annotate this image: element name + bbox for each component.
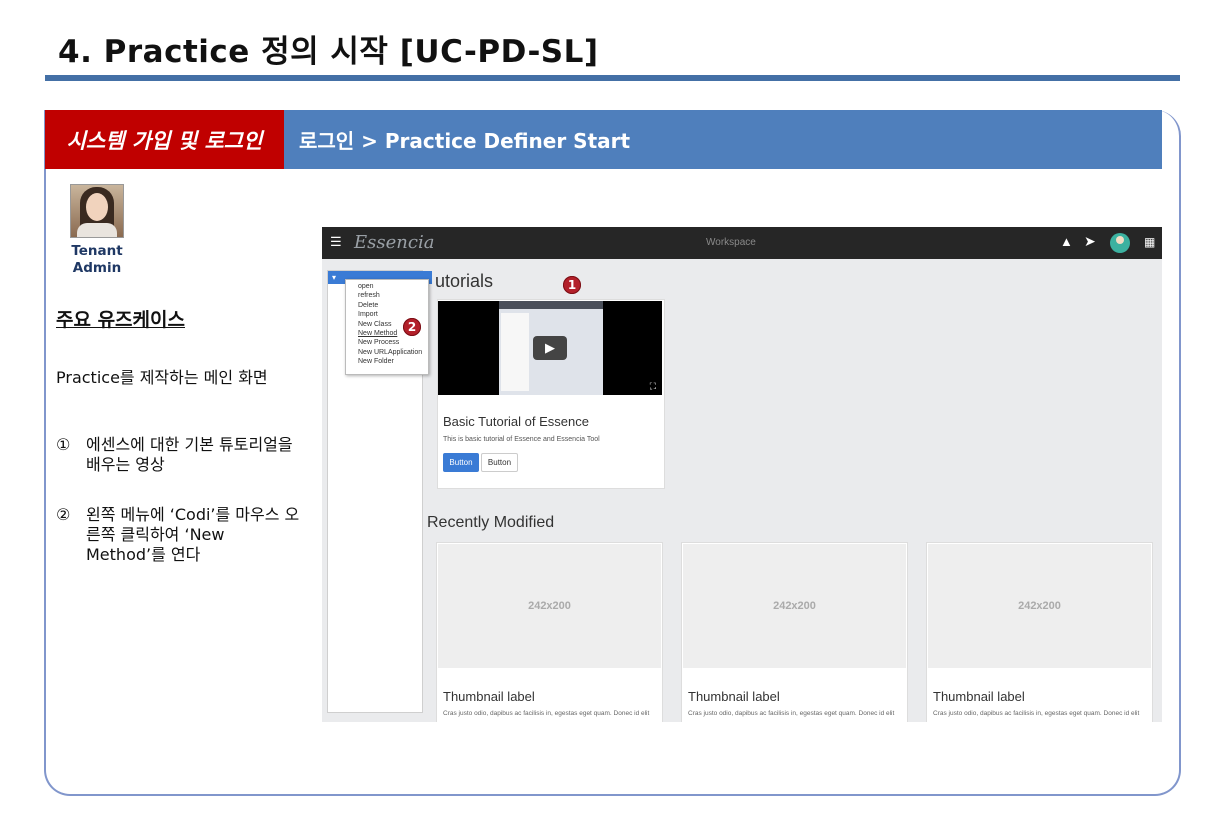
primary-button[interactable]: Button <box>443 453 479 472</box>
user-avatar[interactable] <box>1110 233 1130 253</box>
thumbnail-label: Thumbnail label <box>933 689 1025 704</box>
role-label: Tenant Admin <box>71 243 123 276</box>
usecase-heading: 주요 유즈케이스 <box>56 309 185 331</box>
app-brand[interactable]: Essencia <box>354 232 434 253</box>
hamburger-icon[interactable]: ☰ <box>330 234 342 250</box>
thumbnail-text: Cras justo odio, dapibus ac facilisis in… <box>933 710 1140 717</box>
thumbnail-placeholder: 242x200 <box>683 544 906 668</box>
menu-item-import[interactable]: Import <box>358 310 428 319</box>
menu-item-open[interactable]: open <box>358 282 428 291</box>
slide-title: 4. Practice 정의 시작 [UC-PD-SL] <box>58 34 599 70</box>
thumbnail-card[interactable]: 242x200 Thumbnail label Cras justo odio,… <box>926 542 1153 722</box>
thumbnail-card[interactable]: 242x200 Thumbnail label Cras justo odio,… <box>436 542 663 722</box>
recently-modified-title: Recently Modified <box>427 514 555 531</box>
thumbnail-label: Thumbnail label <box>443 689 535 704</box>
fullscreen-icon[interactable]: ⛶ <box>650 381 656 392</box>
menu-item-new-folder[interactable]: New Folder <box>358 357 428 366</box>
tutorials-title: utorials <box>435 271 494 291</box>
thumbnail-placeholder: 242x200 <box>438 544 661 668</box>
thumbnail-placeholder: 242x200 <box>928 544 1151 668</box>
thumbnail-label: Thumbnail label <box>688 689 780 704</box>
thumbnail-text: Cras justo odio, dapibus ac facilisis in… <box>443 710 650 717</box>
tenant-admin-photo <box>70 184 124 238</box>
callout-badge-1: 1 <box>563 276 581 294</box>
usecase-step-2: ② 왼쪽 메뉴에 ‘Codi’를 마우스 오른쪽 클릭하여 ‘New Metho… <box>56 505 301 565</box>
bell-icon[interactable]: ▲ <box>1060 234 1073 249</box>
workspace-title: Workspace <box>706 237 756 248</box>
app-screenshot: ☰ Essencia Workspace ▲ ➤ ▦ ▾ open refres… <box>322 227 1162 722</box>
banner-category: 시스템 가입 및 로그인 <box>45 110 284 169</box>
tutorial-card-title: Basic Tutorial of Essence <box>443 414 589 429</box>
step-number: ① <box>56 435 71 454</box>
play-icon[interactable]: ▶ <box>533 336 567 360</box>
menu-item-delete[interactable]: Delete <box>358 301 428 310</box>
app-topbar: ☰ Essencia Workspace ▲ ➤ ▦ <box>322 227 1162 259</box>
tutorial-card-subtitle: This is basic tutorial of Essence and Es… <box>443 436 600 443</box>
callout-badge-2: 2 <box>403 318 421 336</box>
menu-item-new-urlapplication[interactable]: New URLApplication <box>358 348 428 357</box>
send-icon[interactable]: ➤ <box>1084 233 1096 250</box>
thumbnail-text: Cras justo odio, dapibus ac facilisis in… <box>688 710 895 717</box>
usecase-description: Practice를 제작하는 메인 화면 <box>56 368 268 387</box>
title-divider <box>45 75 1180 81</box>
usecase-step-1: ① 에센스에 대한 기본 튜토리얼을 배우는 영상 <box>56 435 301 475</box>
banner-path: 로그인 > Practice Definer Start <box>299 129 631 153</box>
step-text: 에센스에 대한 기본 튜토리얼을 배우는 영상 <box>86 435 293 474</box>
step-number: ② <box>56 505 71 524</box>
secondary-button[interactable]: Button <box>481 453 518 472</box>
apps-grid-icon[interactable]: ▦ <box>1144 235 1155 249</box>
menu-item-new-process[interactable]: New Process <box>358 338 428 347</box>
thumbnail-card[interactable]: 242x200 Thumbnail label Cras justo odio,… <box>681 542 908 722</box>
tutorial-video[interactable]: ▶ ⛶ <box>438 301 662 395</box>
workspace-tree[interactable]: ▾ open refresh Delete Import New Class N… <box>327 270 432 713</box>
menu-item-refresh[interactable]: refresh <box>358 291 428 300</box>
step-text: 왼쪽 메뉴에 ‘Codi’를 마우스 오른쪽 클릭하여 ‘New Method’… <box>86 505 300 564</box>
